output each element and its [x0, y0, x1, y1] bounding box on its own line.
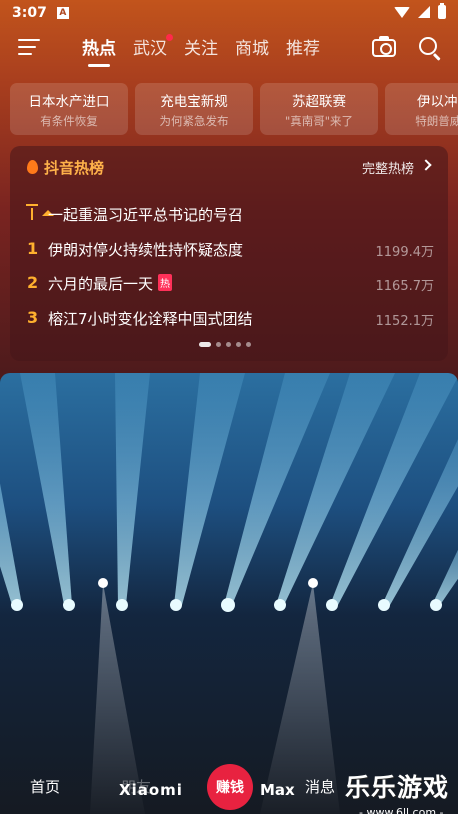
trending-chip[interactable]: 充电宝新规 为何紧急发布 [135, 83, 253, 135]
hot-item-heat: 1165.7万 [375, 279, 435, 294]
status-time: 3:07 [12, 5, 47, 21]
earn-money-button[interactable]: 赚钱 [207, 764, 253, 810]
page-dot [236, 342, 241, 347]
hot-item-text: 伊朗对停火持续性持怀疑态度 [48, 240, 244, 259]
chip-title: 伊以冲突 [417, 93, 458, 110]
page-dot [199, 342, 211, 347]
unread-dot [166, 34, 173, 41]
chip-title: 日本水产进口 [28, 93, 110, 110]
tab-wuhan[interactable]: 武汉 [133, 34, 173, 65]
camera-icon[interactable] [372, 36, 396, 57]
hot-item-rank: 3 [27, 307, 39, 327]
fire-icon [27, 160, 38, 174]
tab-following[interactable]: 关注 [184, 34, 218, 65]
tab-hot[interactable]: 热点 [82, 34, 116, 65]
battery-icon [438, 3, 446, 19]
watermark-title: 乐乐游戏 [345, 773, 450, 802]
device-watermark-left: Xiaomi [119, 781, 183, 799]
hot-list-item[interactable]: 一起重温习近平总书记的号召 [10, 200, 448, 235]
page-dot [216, 342, 221, 347]
trending-chip[interactable]: 苏超联赛 "真南哥"来了 [260, 83, 378, 135]
trending-chip[interactable]: 日本水产进口 有条件恢复 [10, 83, 128, 135]
wifi-icon [394, 6, 410, 18]
device-watermark-right: Max [260, 781, 295, 799]
hot-item-heat: 1152.1万 [375, 313, 435, 329]
tab-bar: 热点 武汉 关注 商城 推荐 [82, 34, 320, 65]
chip-subtitle: 为何紧急发布 [159, 113, 229, 128]
hot-item-text: 一起重温习近平总书记的号召 [48, 206, 244, 224]
hot-item-rank: 2 [27, 273, 39, 292]
chip-subtitle: "真南哥"来了 [284, 113, 354, 128]
hot-item-rank: 1 [27, 238, 39, 258]
video-feed[interactable] [0, 373, 458, 814]
pin-top-icon [26, 204, 54, 220]
chip-title: 苏超联赛 [292, 93, 346, 110]
hot-list-item[interactable]: 3 榕江7小时变化诠释中国式团结 1152.1万 [10, 304, 448, 339]
nav-messages[interactable]: 消息 [305, 776, 335, 797]
hot-list: 一起重温习近平总书记的号召 1 伊朗对停火持续性持怀疑态度 1199.4万 2 … [10, 200, 448, 338]
hot-item-text: 榕江7小时变化诠释中国式团结 [48, 309, 253, 328]
hot-list-card: 抖音热榜 完整热榜 一起重温习近平总书记的号召 1 伊朗对停火持续性持怀疑态度 … [10, 146, 448, 361]
notification-a-icon: A [56, 7, 69, 19]
status-icons [394, 3, 446, 19]
chip-subtitle: 有条件恢复 [40, 113, 98, 128]
hot-list-header: 抖音热榜 完整热榜 [10, 146, 448, 188]
full-list-link[interactable]: 完整热榜 [362, 158, 414, 177]
chip-title: 充电宝新规 [160, 93, 228, 110]
hot-list-title: 抖音热榜 [44, 159, 105, 177]
search-icon[interactable] [419, 37, 437, 55]
page-dot [246, 342, 251, 347]
hot-list-item[interactable]: 2 六月的最后一天热 1165.7万 [10, 269, 448, 304]
tab-mall[interactable]: 商城 [235, 34, 269, 65]
stage-lights-image [0, 373, 458, 814]
top-nav: 热点 武汉 关注 商城 推荐 [0, 30, 458, 66]
chip-subtitle: 特朗普威胁 [415, 113, 458, 128]
tab-recommend[interactable]: 推荐 [286, 34, 320, 65]
status-bar: 3:07 A [0, 0, 458, 26]
hot-list-item[interactable]: 1 伊朗对停火持续性持怀疑态度 1199.4万 [10, 235, 448, 270]
trending-chip[interactable]: 伊以冲突 特朗普威胁 [385, 83, 458, 135]
site-watermark: 乐乐游戏 - www.6ll.com - [345, 768, 449, 814]
hot-item-text: 六月的最后一天热 [48, 274, 173, 293]
nav-home[interactable]: 首页 [30, 776, 60, 797]
menu-icon[interactable] [18, 39, 40, 57]
page-dot [226, 342, 231, 347]
signal-icon [418, 6, 430, 18]
page-indicator [199, 342, 251, 347]
hot-badge: 热 [158, 274, 173, 291]
hot-item-heat: 1199.4万 [375, 244, 435, 260]
chevron-right-icon[interactable] [420, 159, 432, 171]
trending-chips: 日本水产进口 有条件恢复 充电宝新规 为何紧急发布 苏超联赛 "真南哥"来了 伊… [10, 83, 458, 136]
watermark-url: - www.6ll.com - [359, 806, 444, 814]
